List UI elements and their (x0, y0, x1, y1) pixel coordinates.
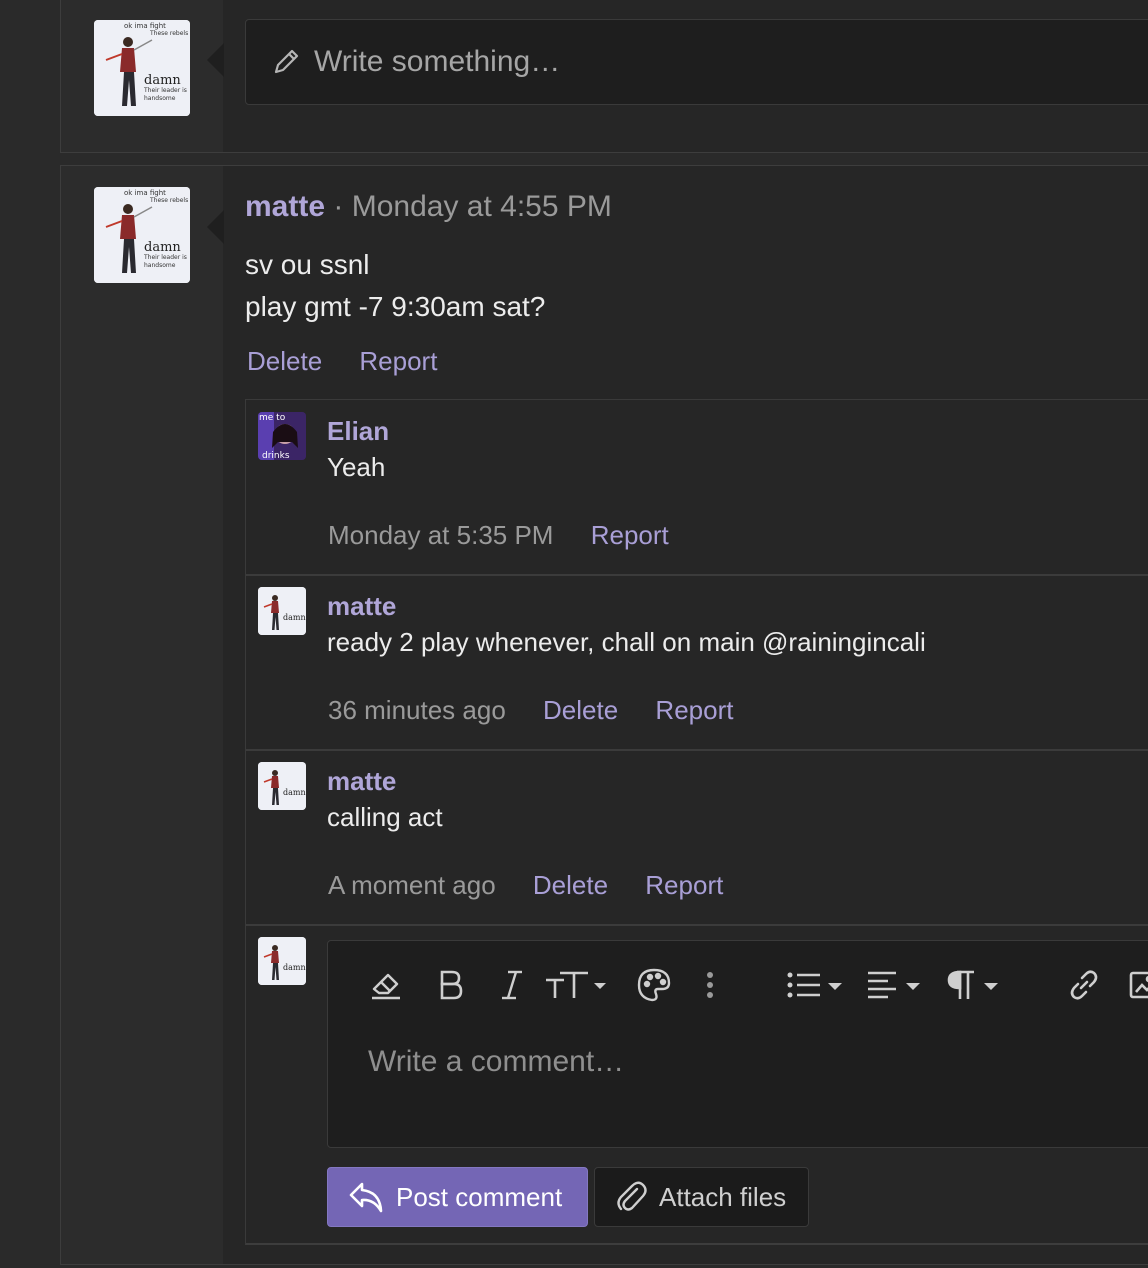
svg-text:These rebels: These rebels (149, 30, 188, 37)
svg-text:damn: damn (283, 963, 306, 972)
speech-arrow (207, 210, 224, 244)
attach-files-button[interactable]: Attach files (594, 1167, 809, 1227)
attach-files-label: Attach files (659, 1181, 787, 1212)
post-timestamp[interactable]: Monday at 4:55 PM (352, 190, 612, 223)
post-comment-label: Post comment (396, 1181, 563, 1212)
comment-timestamp[interactable]: 36 minutes ago (328, 695, 506, 725)
write-something-input[interactable]: Write something… (245, 19, 1148, 105)
comment-placeholder: Write a comment… (368, 1045, 625, 1078)
post-body: sv ou ssnl play gmt -7 9:30am sat? (245, 244, 545, 328)
commenter-avatar[interactable]: me to drinks (258, 412, 306, 460)
svg-text:ok ima fight: ok ima fight (124, 189, 166, 197)
comment-text: Yeah (327, 452, 386, 482)
commenter-avatar[interactable]: damn (258, 762, 306, 810)
reply-avatar[interactable]: damn (258, 937, 306, 985)
comment-meta: 36 minutes ago Delete Report (328, 695, 763, 726)
profile-post-card: ok ima fight These rebels damn Their lea… (60, 165, 1148, 1265)
write-something-placeholder: Write something… (314, 45, 561, 78)
comment-author-link[interactable]: matte (327, 766, 396, 797)
post-gutter (61, 166, 223, 1264)
pencil-icon (270, 46, 302, 78)
post-line: sv ou ssnl (245, 249, 370, 280)
palette-icon[interactable] (636, 965, 672, 1005)
speech-arrow (207, 43, 224, 77)
comment-author-link[interactable]: Elian (327, 416, 389, 447)
editor-toolbar (328, 941, 1148, 1029)
svg-text:handsome: handsome (144, 95, 176, 102)
post-author-link[interactable]: matte (245, 190, 325, 223)
svg-text:damn: damn (283, 788, 306, 797)
post-author-avatar[interactable]: ok ima fight These rebels damn Their lea… (94, 187, 190, 283)
comment-text: ready 2 play whenever, chall on main @ra… (327, 627, 926, 657)
report-comment-link[interactable]: Report (655, 695, 733, 725)
svg-text:damn: damn (144, 73, 181, 88)
delete-post-link[interactable]: Delete (247, 346, 322, 376)
comment-author-link[interactable]: matte (327, 591, 396, 622)
list-icon[interactable] (786, 965, 846, 1005)
svg-text:Their leader is: Their leader is (143, 87, 187, 94)
svg-text:damn: damn (283, 613, 306, 622)
svg-text:Their leader is: Their leader is (143, 254, 187, 261)
comment-meta: A moment ago Delete Report (328, 870, 753, 901)
header-separator: · (333, 190, 344, 223)
comment-timestamp[interactable]: Monday at 5:35 PM (328, 520, 553, 550)
post-comment-button[interactable]: Post comment (327, 1167, 588, 1227)
paragraph-icon[interactable] (946, 965, 1004, 1005)
comment-item: damn matte calling act A moment ago Dele… (246, 750, 1148, 926)
comments-list: me to drinks Elian Yeah Monday at 5:35 P… (245, 399, 1148, 1245)
comment-editor[interactable]: Write a comment… (327, 940, 1148, 1148)
svg-text:These rebels: These rebels (149, 197, 188, 204)
svg-text:damn: damn (144, 240, 181, 255)
delete-comment-link[interactable]: Delete (543, 695, 618, 725)
eraser-icon[interactable] (368, 965, 404, 1005)
delete-comment-link[interactable]: Delete (533, 870, 608, 900)
svg-text:drinks: drinks (262, 451, 290, 460)
italic-icon[interactable] (498, 965, 526, 1005)
svg-text:me to: me to (259, 413, 286, 423)
comment-meta: Monday at 5:35 PM Report (328, 520, 699, 551)
text-size-icon[interactable] (544, 965, 608, 1005)
report-comment-link[interactable]: Report (591, 520, 669, 550)
image-icon[interactable] (1128, 965, 1148, 1005)
reply-icon (349, 1182, 383, 1213)
paperclip-icon (617, 1181, 647, 1211)
post-header: matte · Monday at 4:55 PM (245, 190, 612, 224)
report-comment-link[interactable]: Report (645, 870, 723, 900)
post-actions: Delete Report (247, 346, 467, 377)
svg-text:ok ima fight: ok ima fight (124, 22, 166, 30)
post-line: play gmt -7 9:30am sat? (245, 291, 546, 322)
user-avatar[interactable]: ok ima fight These rebels damn Their lea… (94, 20, 190, 116)
svg-text:handsome: handsome (144, 262, 176, 269)
status-composer-card: ok ima fight These rebels damn Their lea… (60, 0, 1148, 153)
comment-item: damn matte ready 2 play whenever, chall … (246, 575, 1148, 751)
comment-item: me to drinks Elian Yeah Monday at 5:35 P… (246, 400, 1148, 576)
commenter-avatar[interactable]: damn (258, 587, 306, 635)
comment-timestamp[interactable]: A moment ago (328, 870, 496, 900)
report-post-link[interactable]: Report (359, 346, 437, 376)
comment-text: calling act (327, 802, 443, 832)
align-icon[interactable] (866, 965, 924, 1005)
link-icon[interactable] (1066, 965, 1102, 1005)
bold-icon[interactable] (436, 965, 464, 1005)
more-icon[interactable] (702, 965, 718, 1005)
